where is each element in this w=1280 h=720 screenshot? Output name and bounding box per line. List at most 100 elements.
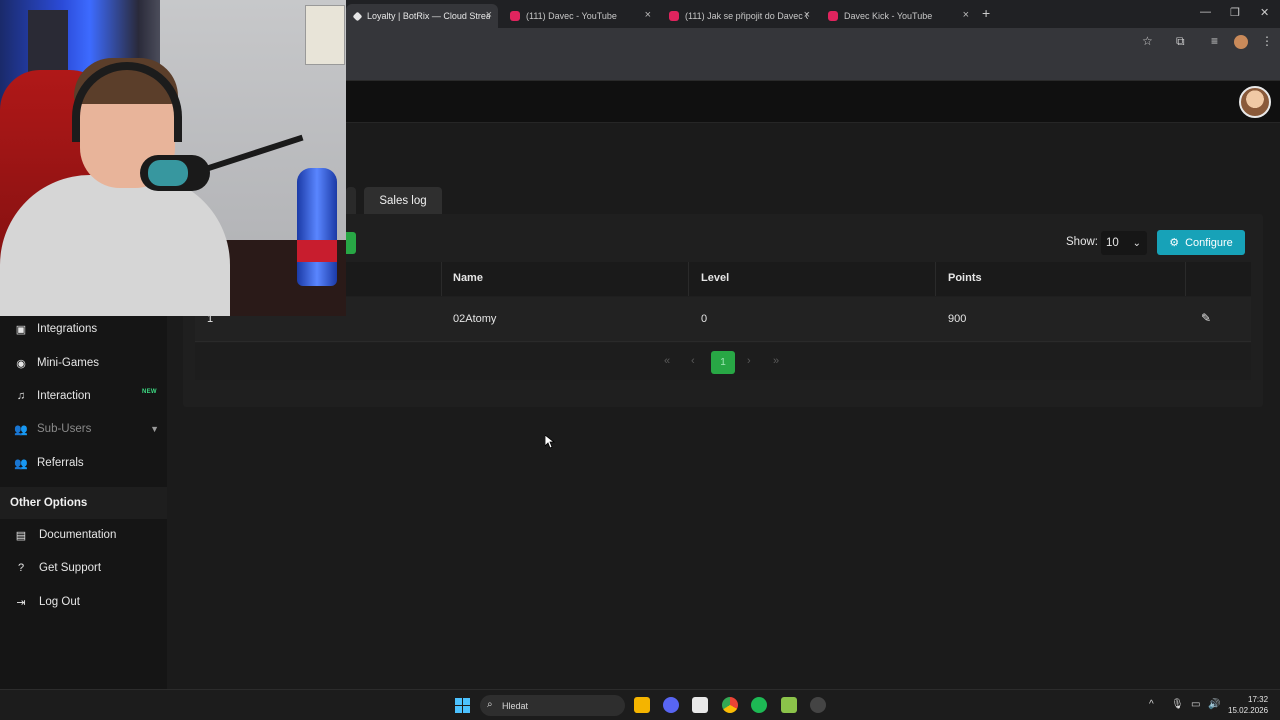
- microphone-icon[interactable]: 🎙: [1171, 699, 1184, 710]
- table-row[interactable]: 1 02Atomy 0 900 ✎: [195, 297, 1251, 342]
- column-divider: [1185, 262, 1186, 296]
- steam-icon[interactable]: [810, 697, 826, 713]
- browser-profile-avatar[interactable]: [1234, 35, 1248, 49]
- tab-davec-youtube[interactable]: (111) Davec - YouTube ×: [502, 4, 657, 28]
- gear-icon: ⚙: [1169, 237, 1180, 249]
- webcam-person-body: [0, 175, 230, 316]
- column-header-level[interactable]: Level: [701, 272, 729, 284]
- show-label: Show:: [1066, 236, 1098, 248]
- logout-icon: ⇥: [16, 596, 26, 609]
- close-tab-icon[interactable]: ×: [963, 9, 969, 21]
- sidebar-item-label: Interaction: [37, 390, 91, 402]
- sidebar-item-label: Log Out: [39, 596, 80, 608]
- youtube-icon: [828, 11, 838, 21]
- users-icon: 👥: [14, 423, 28, 436]
- referrals-icon: 👥: [14, 457, 28, 470]
- mouse-cursor-icon: [545, 435, 555, 449]
- row-points: 900: [948, 313, 967, 325]
- tab-loyalty-botrix[interactable]: Loyalty | BotRix — Cloud Stream ×: [346, 4, 498, 28]
- new-tab-button[interactable]: +: [982, 5, 990, 21]
- add-button[interactable]: [346, 232, 356, 254]
- file-explorer-icon[interactable]: [634, 697, 650, 713]
- edit-pencil-icon[interactable]: ✎: [1201, 311, 1211, 325]
- sidebar-item-label: Mini-Games: [37, 357, 99, 369]
- webcam-water-bottle: [297, 168, 337, 286]
- network-icon[interactable]: ▭: [1191, 699, 1200, 710]
- bookmark-star-icon[interactable]: ☆: [1142, 34, 1153, 48]
- search-placeholder: Hledat: [502, 700, 529, 711]
- prev-page-icon[interactable]: ‹: [691, 355, 695, 367]
- close-window-icon[interactable]: ✕: [1260, 6, 1269, 19]
- clock-date: 15.02.2026: [1228, 706, 1269, 715]
- show-entries-select[interactable]: 10 ⌄: [1101, 231, 1147, 255]
- show-value: 10: [1106, 237, 1119, 249]
- page-1-button[interactable]: 1: [711, 351, 735, 374]
- configure-label: Configure: [1185, 236, 1233, 249]
- pagination: « ‹ 1 › »: [195, 343, 1251, 380]
- row-name: 02Atomy: [453, 313, 497, 325]
- sidebar-item-label: Referrals: [37, 457, 84, 469]
- new-badge: NEW: [142, 389, 157, 395]
- restore-icon[interactable]: ❐: [1230, 6, 1240, 19]
- tab-title: (111) Jak se připojit do Davec C: [685, 11, 808, 21]
- last-page-icon[interactable]: »: [773, 355, 779, 367]
- tab-title: (111) Davec - YouTube: [526, 11, 617, 21]
- webcam-overlay: [0, 0, 346, 316]
- chrome-icon[interactable]: [722, 697, 738, 713]
- tab-title: Davec Kick - YouTube: [844, 11, 933, 21]
- sidebar-item-get-support[interactable]: ? Get Support: [0, 553, 167, 583]
- column-divider: [441, 262, 442, 296]
- sidebar-item-sub-users[interactable]: 👥 Sub-Users ▼: [0, 414, 167, 444]
- webcam-mic-glow: [148, 160, 188, 186]
- tab-partial-hidden[interactable]: [346, 187, 356, 214]
- close-tab-icon[interactable]: ×: [804, 9, 810, 21]
- sidebar-item-label: Get Support: [39, 562, 102, 574]
- column-header-name[interactable]: Name: [453, 272, 483, 284]
- sidebar-item-integrations[interactable]: ▣ Integrations: [0, 314, 167, 344]
- sidebar-item-documentation[interactable]: ▤ Documentation: [0, 520, 167, 550]
- taskbar-search[interactable]: ⌕ Hledat: [480, 695, 625, 716]
- book-icon: ▤: [15, 529, 27, 542]
- minecraft-icon[interactable]: [781, 697, 797, 713]
- snipping-tool-icon[interactable]: [692, 697, 708, 713]
- tab-title: Loyalty | BotRix — Cloud Stream: [367, 11, 490, 21]
- taskbar: ⌕ Hledat ^ 🎙 ▭ 🔊 17:32 15.02.2026: [0, 689, 1280, 720]
- first-page-icon[interactable]: «: [664, 355, 670, 367]
- next-page-icon[interactable]: ›: [747, 355, 751, 367]
- extensions-icon[interactable]: ⧉: [1176, 34, 1185, 49]
- music-icon: ♫: [16, 390, 26, 402]
- minimize-icon[interactable]: —: [1200, 6, 1211, 18]
- spotify-icon[interactable]: [751, 697, 767, 713]
- sidebar-item-label: Sub-Users: [37, 423, 92, 435]
- sidebar-item-interaction[interactable]: ♫ Interaction NEW: [0, 381, 167, 411]
- windows-start-icon[interactable]: [455, 698, 470, 713]
- user-avatar[interactable]: [1239, 86, 1271, 118]
- close-tab-icon[interactable]: ×: [645, 9, 651, 21]
- column-header-points[interactable]: Points: [948, 272, 982, 284]
- screen: Loyalty | BotRix — Cloud Stream × (111) …: [0, 0, 1280, 720]
- tab-sales-log[interactable]: Sales log: [364, 187, 442, 214]
- table-header: Name Level Points: [195, 262, 1251, 296]
- botrix-icon: [352, 11, 363, 21]
- row-level: 0: [701, 313, 708, 325]
- webcam-bottle-label: [297, 240, 337, 262]
- youtube-icon: [669, 11, 679, 21]
- webcam-poster: [305, 5, 345, 65]
- volume-icon[interactable]: 🔊: [1208, 699, 1220, 710]
- column-divider: [935, 262, 936, 296]
- close-tab-icon[interactable]: ×: [486, 9, 492, 21]
- sidebar-item-mini-games[interactable]: ◉ Mini-Games: [0, 348, 167, 378]
- tab-jak-se-pripojit[interactable]: (111) Jak se připojit do Davec C ×: [661, 4, 816, 28]
- chevron-down-icon: ⌄: [1132, 237, 1141, 249]
- browser-menu-icon[interactable]: ⋮: [1261, 34, 1273, 48]
- chevron-down-icon[interactable]: ▼: [150, 424, 159, 434]
- tray-chevron-up-icon[interactable]: ^: [1149, 699, 1154, 710]
- media-control-icon[interactable]: ≡: [1211, 34, 1218, 48]
- sidebar-item-referrals[interactable]: 👥 Referrals: [0, 448, 167, 478]
- sidebar-item-log-out[interactable]: ⇥ Log Out: [0, 587, 167, 617]
- discord-icon[interactable]: [663, 697, 679, 713]
- taskbar-clock[interactable]: 17:32 15.02.2026: [1228, 694, 1268, 716]
- configure-button[interactable]: ⚙ Configure: [1157, 230, 1245, 255]
- sidebar-item-label: Integrations: [37, 323, 98, 335]
- tab-davec-kick[interactable]: Davec Kick - YouTube ×: [820, 4, 975, 28]
